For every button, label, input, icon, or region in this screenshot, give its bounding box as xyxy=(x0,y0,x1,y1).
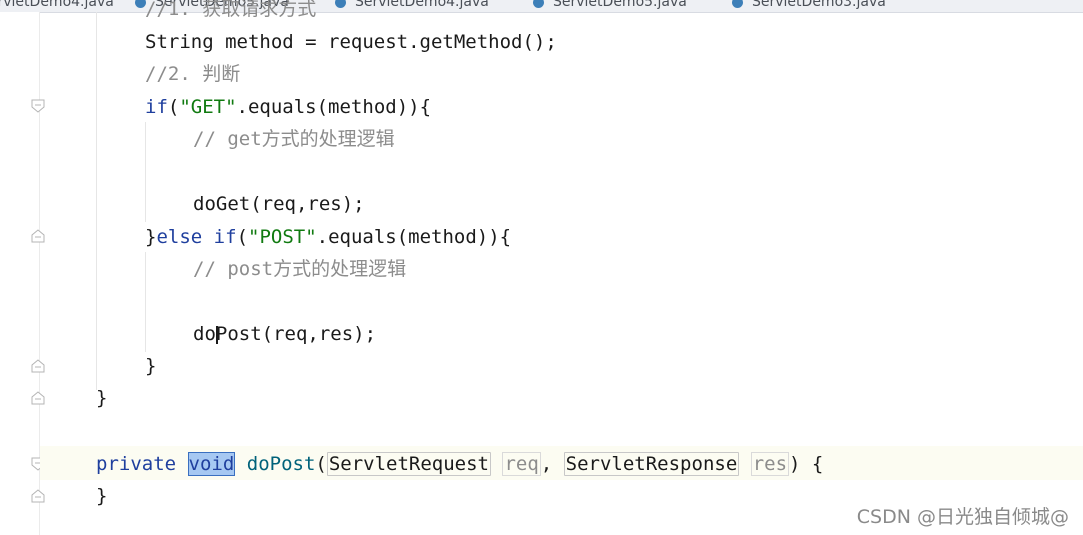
param-type: ServletResponse xyxy=(563,452,740,476)
code-line[interactable]: if("GET".equals(method)){ xyxy=(145,92,431,122)
code-text: .equals(method)){ xyxy=(316,226,512,248)
code-line[interactable]: String method = request.getMethod(); xyxy=(145,27,557,57)
param-type: ServletRequest xyxy=(326,452,491,476)
code-line[interactable]: } xyxy=(96,481,107,511)
code-string: "GET" xyxy=(179,96,237,118)
code-text: , xyxy=(540,453,564,475)
code-keyword: if xyxy=(213,226,237,248)
editor-tab[interactable]: ServletDemo4.java xyxy=(335,0,489,10)
code-text: ( xyxy=(236,226,249,248)
fold-marker-icon[interactable] xyxy=(31,229,45,243)
code-text: } xyxy=(145,355,157,377)
editor-tab[interactable]: ServletDemo5.java xyxy=(533,0,687,10)
selected-keyword[interactable]: void xyxy=(187,452,236,476)
param-name: res xyxy=(750,452,790,476)
code-line[interactable]: } xyxy=(96,383,107,413)
code-comment: //1. 获取请求方式 xyxy=(145,0,317,20)
tab-label: ServletDemo4.java xyxy=(0,0,114,10)
code-line[interactable]: private void doPost(ServletRequest req, … xyxy=(96,449,823,479)
code-text: doGet(req,res); xyxy=(193,193,365,215)
method-name: doPost xyxy=(246,453,316,475)
indent-guide xyxy=(145,252,146,352)
code-type: String xyxy=(145,31,214,53)
fold-marker-icon[interactable] xyxy=(31,489,45,503)
editor-tab[interactable]: ServletDemo4.java xyxy=(0,0,114,10)
code-text: method = request.getMethod(); xyxy=(213,31,557,53)
code-line[interactable]: // post方式的处理逻辑 xyxy=(193,254,406,284)
code-line[interactable]: doPost(req,res); xyxy=(193,319,376,349)
indent-guide xyxy=(145,122,146,222)
editor-tab[interactable]: ServletDemo3.java xyxy=(732,0,886,10)
code-line[interactable]: //1. 获取请求方式 xyxy=(145,0,316,24)
java-class-icon xyxy=(335,0,346,8)
code-keyword: else xyxy=(156,226,203,248)
code-string: "POST" xyxy=(248,226,317,248)
code-comment: // get方式的处理逻辑 xyxy=(193,128,395,150)
code-line[interactable]: }else if("POST".equals(method)){ xyxy=(145,222,511,252)
fold-marker-icon[interactable] xyxy=(31,391,45,405)
code-keyword: private xyxy=(96,453,177,475)
code-text: doPost(req,res); xyxy=(193,323,377,345)
code-text: } xyxy=(145,226,157,248)
code-text: ) { xyxy=(789,453,824,475)
tab-label: ServletDemo4.java xyxy=(355,0,489,10)
indent-guide xyxy=(96,12,97,390)
code-comment: // post方式的处理逻辑 xyxy=(193,258,407,280)
code-line[interactable]: doGet(req,res); xyxy=(193,189,365,219)
tab-label: ServletDemo5.java xyxy=(553,0,687,10)
code-text: } xyxy=(96,485,108,507)
code-keyword: if xyxy=(145,96,168,118)
code-comment: //2. 判断 xyxy=(145,63,241,85)
code-line[interactable]: // get方式的处理逻辑 xyxy=(193,124,395,154)
java-class-icon xyxy=(533,0,544,8)
code-text: } xyxy=(96,387,108,409)
code-text: ( xyxy=(167,96,180,118)
tab-label: ServletDemo3.java xyxy=(752,0,886,10)
mouse-ibeam-cursor xyxy=(216,326,218,344)
fold-marker-icon[interactable] xyxy=(31,99,45,113)
code-line[interactable]: //2. 判断 xyxy=(145,59,240,89)
param-name: req xyxy=(502,452,541,476)
code-text: ( xyxy=(315,453,327,475)
code-line[interactable]: } xyxy=(145,351,156,381)
watermark: CSDN @日光独自倾城@ xyxy=(856,506,1069,528)
fold-marker-icon[interactable] xyxy=(31,359,45,373)
code-text: .equals(method)){ xyxy=(236,96,432,118)
java-class-icon xyxy=(732,0,743,8)
